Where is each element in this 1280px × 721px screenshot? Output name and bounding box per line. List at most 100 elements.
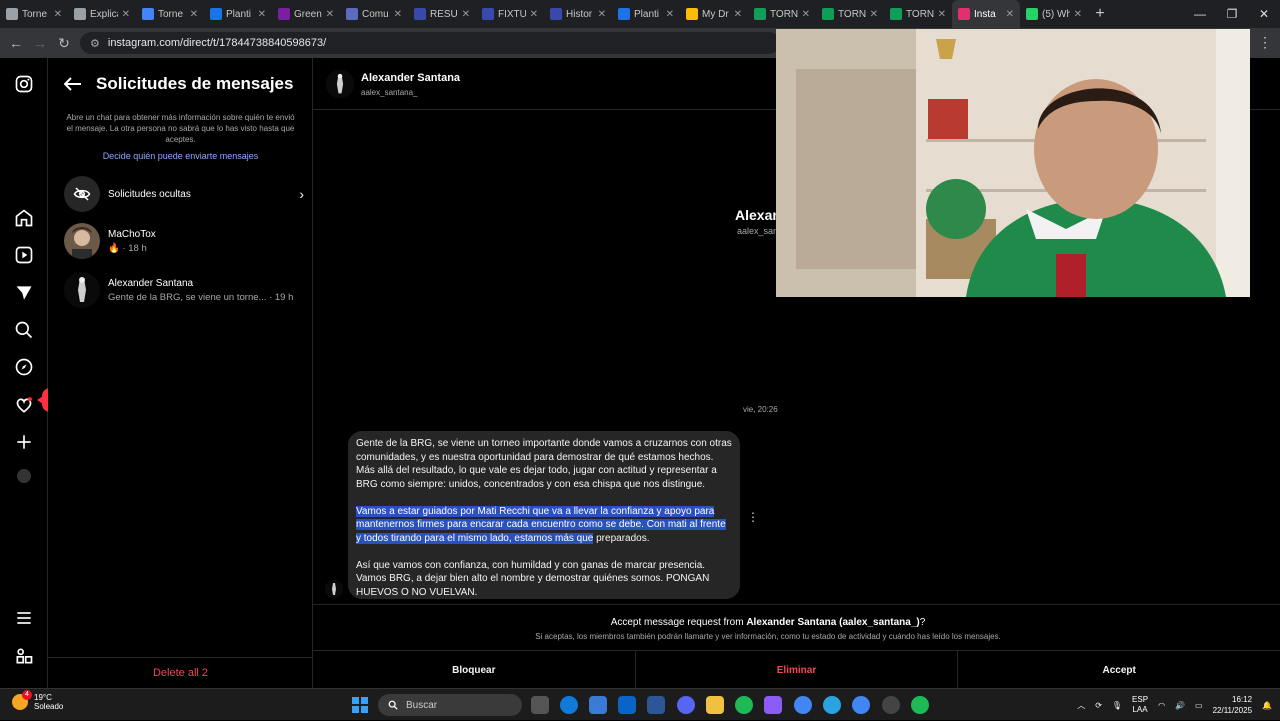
tab-close-icon[interactable]: ✕	[530, 9, 538, 20]
tab-close-icon[interactable]: ✕	[326, 9, 334, 20]
profile-name-partial: Alexan	[735, 207, 781, 223]
browser-tab[interactable]: RESUI ✕	[408, 0, 476, 28]
delete-button[interactable]: Eliminar	[636, 651, 959, 689]
minimize-button[interactable]: —	[1184, 0, 1216, 28]
app-icon[interactable]	[764, 696, 782, 714]
forward-icon[interactable]: →	[28, 35, 52, 51]
url-field[interactable]: ⚙ instagram.com/direct/t/178447388405986…	[80, 32, 780, 54]
home-icon[interactable]	[14, 208, 34, 228]
also-from-meta-icon[interactable]	[14, 646, 34, 666]
browser-tab[interactable]: TORN ✕	[748, 0, 816, 28]
browser-tab[interactable]: Histor ✕	[544, 0, 612, 28]
tab-close-icon[interactable]: ✕	[666, 9, 674, 20]
browser-tab[interactable]: Torne ✕	[0, 0, 68, 28]
chrome-icon[interactable]	[794, 696, 812, 714]
microphone-icon[interactable]: 🎙	[1112, 701, 1122, 710]
browser-tab[interactable]: TORN ✕	[816, 0, 884, 28]
tab-label: TORN	[838, 8, 866, 20]
clock[interactable]: 16:12 22/11/2025	[1213, 694, 1252, 716]
browser-tab[interactable]: Green ✕	[272, 0, 340, 28]
tab-close-icon[interactable]: ✕	[54, 9, 62, 20]
file-explorer-icon[interactable]	[706, 696, 724, 714]
app-icon[interactable]	[882, 696, 900, 714]
spotify-icon[interactable]	[735, 696, 753, 714]
weather-widget[interactable]: 4 19°C Soleado	[12, 690, 63, 711]
browser-tab[interactable]: Insta ✕	[952, 0, 1020, 28]
close-window-button[interactable]: ✕	[1248, 0, 1280, 28]
tab-favicon-icon	[210, 8, 222, 20]
browser-tab[interactable]: Planti ✕	[612, 0, 680, 28]
notifications-heart-icon[interactable]	[14, 395, 34, 415]
hidden-requests-row[interactable]: Solicitudes ocultas ›	[64, 175, 304, 213]
tab-close-icon[interactable]: ✕	[122, 9, 130, 20]
browser-tab[interactable]: My Dr ✕	[680, 0, 748, 28]
tab-close-icon[interactable]: ✕	[1006, 9, 1014, 20]
site-info-icon[interactable]: ⚙	[90, 37, 100, 50]
word-icon[interactable]	[647, 696, 665, 714]
browser-tab[interactable]: Comu ✕	[340, 0, 408, 28]
browser-tab[interactable]: Explica ✕	[68, 0, 136, 28]
tab-close-icon[interactable]: ✕	[802, 9, 810, 20]
store-icon[interactable]	[589, 696, 607, 714]
language-indicator[interactable]: ESP LAA	[1132, 695, 1148, 715]
browser-tab[interactable]: Torne ✕	[136, 0, 204, 28]
accept-request-title: Accept message request from Alexander Sa…	[610, 617, 926, 628]
discord-icon[interactable]	[677, 696, 695, 714]
browser-tab[interactable]: FIXTU ✕	[476, 0, 544, 28]
new-tab-button[interactable]: +	[1088, 5, 1112, 23]
tab-favicon-icon	[278, 8, 290, 20]
start-button[interactable]	[352, 697, 368, 713]
tab-close-icon[interactable]: ✕	[190, 9, 198, 20]
chat-contact-name[interactable]: Alexander Santana	[361, 72, 460, 84]
message-bubble[interactable]: Gente de la BRG, se viene un torneo impo…	[348, 431, 740, 599]
wifi-icon[interactable]: ◠	[1158, 701, 1165, 710]
search-icon[interactable]	[14, 320, 34, 340]
browser-tab[interactable]: Planti ✕	[204, 0, 272, 28]
tab-favicon-icon	[958, 8, 970, 20]
avatar[interactable]	[326, 70, 354, 98]
message-options-icon[interactable]: ⋮	[747, 510, 759, 524]
tab-close-icon[interactable]: ✕	[394, 9, 402, 20]
create-icon[interactable]	[14, 432, 34, 452]
tab-close-icon[interactable]: ✕	[938, 9, 946, 20]
back-arrow-icon[interactable]	[64, 77, 82, 91]
outlook-icon[interactable]	[618, 696, 636, 714]
conversation-item-alexander-santana[interactable]: Alexander Santana Gente de la BRG, se vi…	[64, 270, 304, 310]
more-menu-icon[interactable]	[14, 608, 34, 628]
chevron-up-icon[interactable]: ︿	[1077, 700, 1085, 711]
tray-app-icon[interactable]: ⟳	[1095, 701, 1102, 710]
maximize-button[interactable]: ❐	[1216, 0, 1248, 28]
delete-all-button[interactable]: Delete all 2	[48, 667, 313, 679]
instagram-logo-icon[interactable]	[14, 74, 34, 94]
task-view-icon[interactable]	[531, 696, 549, 714]
menu-icon[interactable]: ⋮	[1258, 34, 1272, 51]
reels-icon[interactable]	[14, 245, 34, 265]
tab-close-icon[interactable]: ✕	[870, 9, 878, 20]
accept-button[interactable]: Accept	[958, 651, 1280, 689]
edge-icon[interactable]	[560, 696, 578, 714]
telegram-icon[interactable]	[823, 696, 841, 714]
block-button[interactable]: Bloquear	[313, 651, 636, 689]
reload-icon[interactable]: ↻	[52, 35, 76, 52]
notification-bell-icon[interactable]: 🔔	[1262, 701, 1272, 710]
taskbar-search[interactable]: Buscar	[378, 694, 522, 716]
profile-avatar-icon[interactable]	[17, 469, 31, 483]
messages-icon[interactable]	[14, 283, 34, 303]
tab-close-icon[interactable]: ✕	[598, 9, 606, 20]
conversation-item-machotox[interactable]: MaChoTox 🔥 · 18 h	[64, 221, 304, 261]
volume-icon[interactable]: 🔊	[1175, 701, 1185, 710]
tab-close-icon[interactable]: ✕	[1074, 9, 1082, 20]
browser-tab[interactable]: (5) Wh ✕	[1020, 0, 1088, 28]
browser-tab[interactable]: TORN ✕	[884, 0, 952, 28]
spotify-icon[interactable]	[911, 696, 929, 714]
explore-icon[interactable]	[14, 357, 34, 377]
chrome-active-icon[interactable]	[852, 696, 870, 714]
who-can-message-link[interactable]: Decide quién puede enviarte mensajes	[64, 151, 297, 161]
battery-icon[interactable]: ▭	[1195, 701, 1203, 710]
tab-close-icon[interactable]: ✕	[734, 9, 742, 20]
conversation-name: MaChoTox	[108, 228, 156, 240]
back-icon[interactable]: ←	[4, 35, 28, 51]
tab-close-icon[interactable]: ✕	[462, 9, 470, 20]
tab-label: RESUI	[430, 8, 458, 20]
tab-close-icon[interactable]: ✕	[258, 9, 266, 20]
